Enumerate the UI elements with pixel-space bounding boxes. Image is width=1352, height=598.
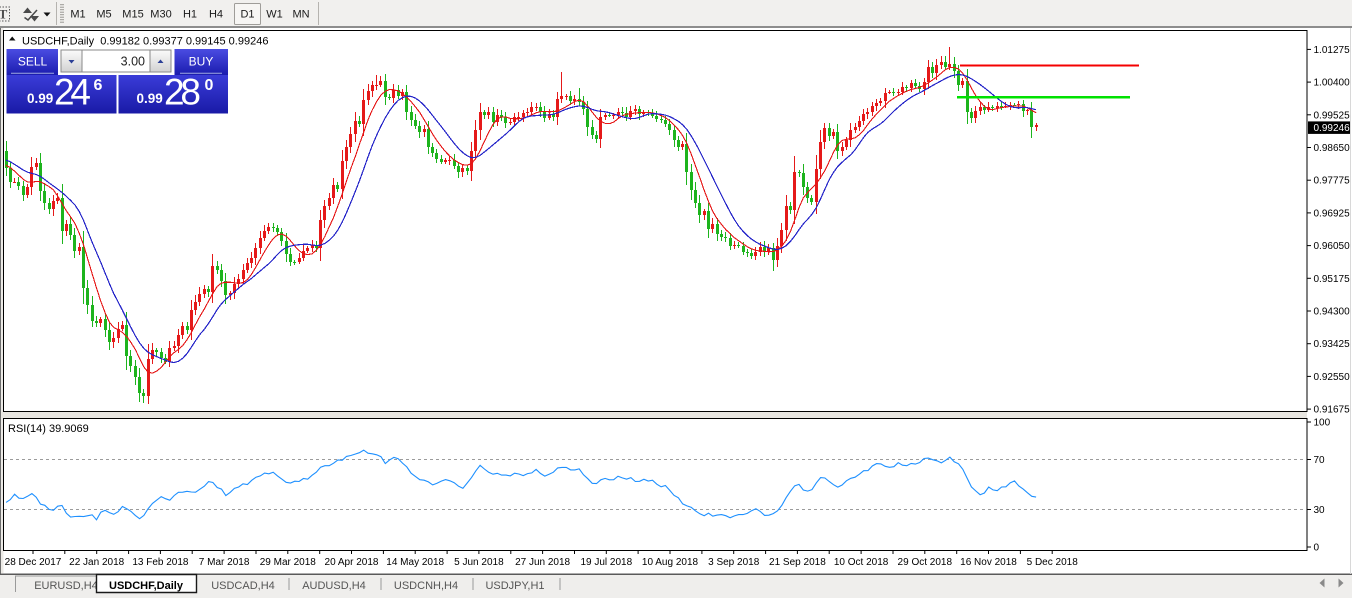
svg-text:M15: M15 (122, 9, 143, 21)
svg-text:0.98650: 0.98650 (1314, 143, 1351, 154)
svg-text:0.96050: 0.96050 (1314, 241, 1351, 252)
svg-text:H1: H1 (183, 9, 197, 21)
svg-text:0.99246: 0.99246 (1314, 123, 1351, 134)
svg-text:5 Dec 2018: 5 Dec 2018 (1027, 557, 1079, 568)
svg-text:0.99525: 0.99525 (1314, 110, 1351, 121)
svg-text:USDCAD,H4: USDCAD,H4 (211, 580, 275, 592)
svg-text:28: 28 (164, 72, 201, 113)
svg-text:0.94300: 0.94300 (1314, 307, 1351, 318)
svg-text:22 Jan 2018: 22 Jan 2018 (69, 557, 124, 568)
svg-text:0: 0 (1314, 543, 1320, 554)
svg-text:1.01275: 1.01275 (1314, 45, 1351, 56)
svg-text:28 Dec 2017: 28 Dec 2017 (5, 557, 62, 568)
svg-text:0.93425: 0.93425 (1314, 339, 1351, 350)
svg-text:30: 30 (1314, 505, 1326, 516)
svg-text:0.92550: 0.92550 (1314, 372, 1351, 383)
svg-text:USDCHF,Daily 0.99182 0.99377: USDCHF,Daily 0.99182 0.99377 0.99145 0.9… (22, 36, 268, 48)
svg-text:H4: H4 (209, 9, 223, 21)
svg-text:1.00400: 1.00400 (1314, 78, 1351, 89)
svg-text:D1: D1 (240, 9, 254, 21)
svg-text:USDCNH,H4: USDCNH,H4 (394, 580, 458, 592)
svg-text:10 Oct 2018: 10 Oct 2018 (834, 557, 889, 568)
svg-text:14 May 2018: 14 May 2018 (386, 557, 444, 568)
svg-text:RSI(14) 39.9069: RSI(14) 39.9069 (8, 423, 89, 435)
svg-text:10 Aug 2018: 10 Aug 2018 (642, 557, 699, 568)
svg-text:29 Mar 2018: 29 Mar 2018 (260, 557, 317, 568)
svg-text:29 Oct 2018: 29 Oct 2018 (898, 557, 953, 568)
svg-text:USDCHF,Daily: USDCHF,Daily (109, 580, 184, 592)
svg-text:M30: M30 (150, 9, 171, 21)
svg-text:100: 100 (1314, 418, 1331, 429)
svg-text:0.97775: 0.97775 (1314, 176, 1351, 187)
svg-text:M5: M5 (96, 9, 111, 21)
svg-text:0.95175: 0.95175 (1314, 274, 1351, 285)
svg-text:24: 24 (54, 72, 91, 113)
svg-text:20 Apr 2018: 20 Apr 2018 (325, 557, 379, 568)
svg-text:6: 6 (94, 77, 103, 94)
svg-text:T: T (0, 7, 8, 22)
svg-text:7 Mar 2018: 7 Mar 2018 (199, 557, 250, 568)
svg-text:EURUSD,H4: EURUSD,H4 (34, 580, 98, 592)
svg-text:AUDUSD,H4: AUDUSD,H4 (302, 580, 366, 592)
svg-text:70: 70 (1314, 455, 1326, 466)
svg-text:5 Jun 2018: 5 Jun 2018 (454, 557, 504, 568)
svg-text:MN: MN (292, 9, 309, 21)
svg-text:BUY: BUY (189, 55, 214, 69)
svg-text:3 Sep 2018: 3 Sep 2018 (708, 557, 760, 568)
svg-text:0.96925: 0.96925 (1314, 208, 1351, 219)
svg-text:USDJPY,H1: USDJPY,H1 (485, 580, 544, 592)
svg-text:16 Nov 2018: 16 Nov 2018 (960, 557, 1017, 568)
svg-text:0.91675: 0.91675 (1314, 405, 1351, 416)
svg-text:0.99: 0.99 (27, 91, 53, 106)
svg-text:0.99: 0.99 (137, 91, 163, 106)
svg-text:0: 0 (205, 77, 214, 94)
svg-text:21 Sep 2018: 21 Sep 2018 (769, 557, 826, 568)
svg-text:13 Feb 2018: 13 Feb 2018 (132, 557, 189, 568)
svg-text:M1: M1 (70, 9, 85, 21)
svg-text:19 Jul 2018: 19 Jul 2018 (580, 557, 632, 568)
svg-text:27 Jun 2018: 27 Jun 2018 (515, 557, 570, 568)
svg-text:W1: W1 (266, 9, 283, 21)
svg-text:3.00: 3.00 (121, 55, 145, 69)
svg-text:SELL: SELL (18, 55, 48, 69)
